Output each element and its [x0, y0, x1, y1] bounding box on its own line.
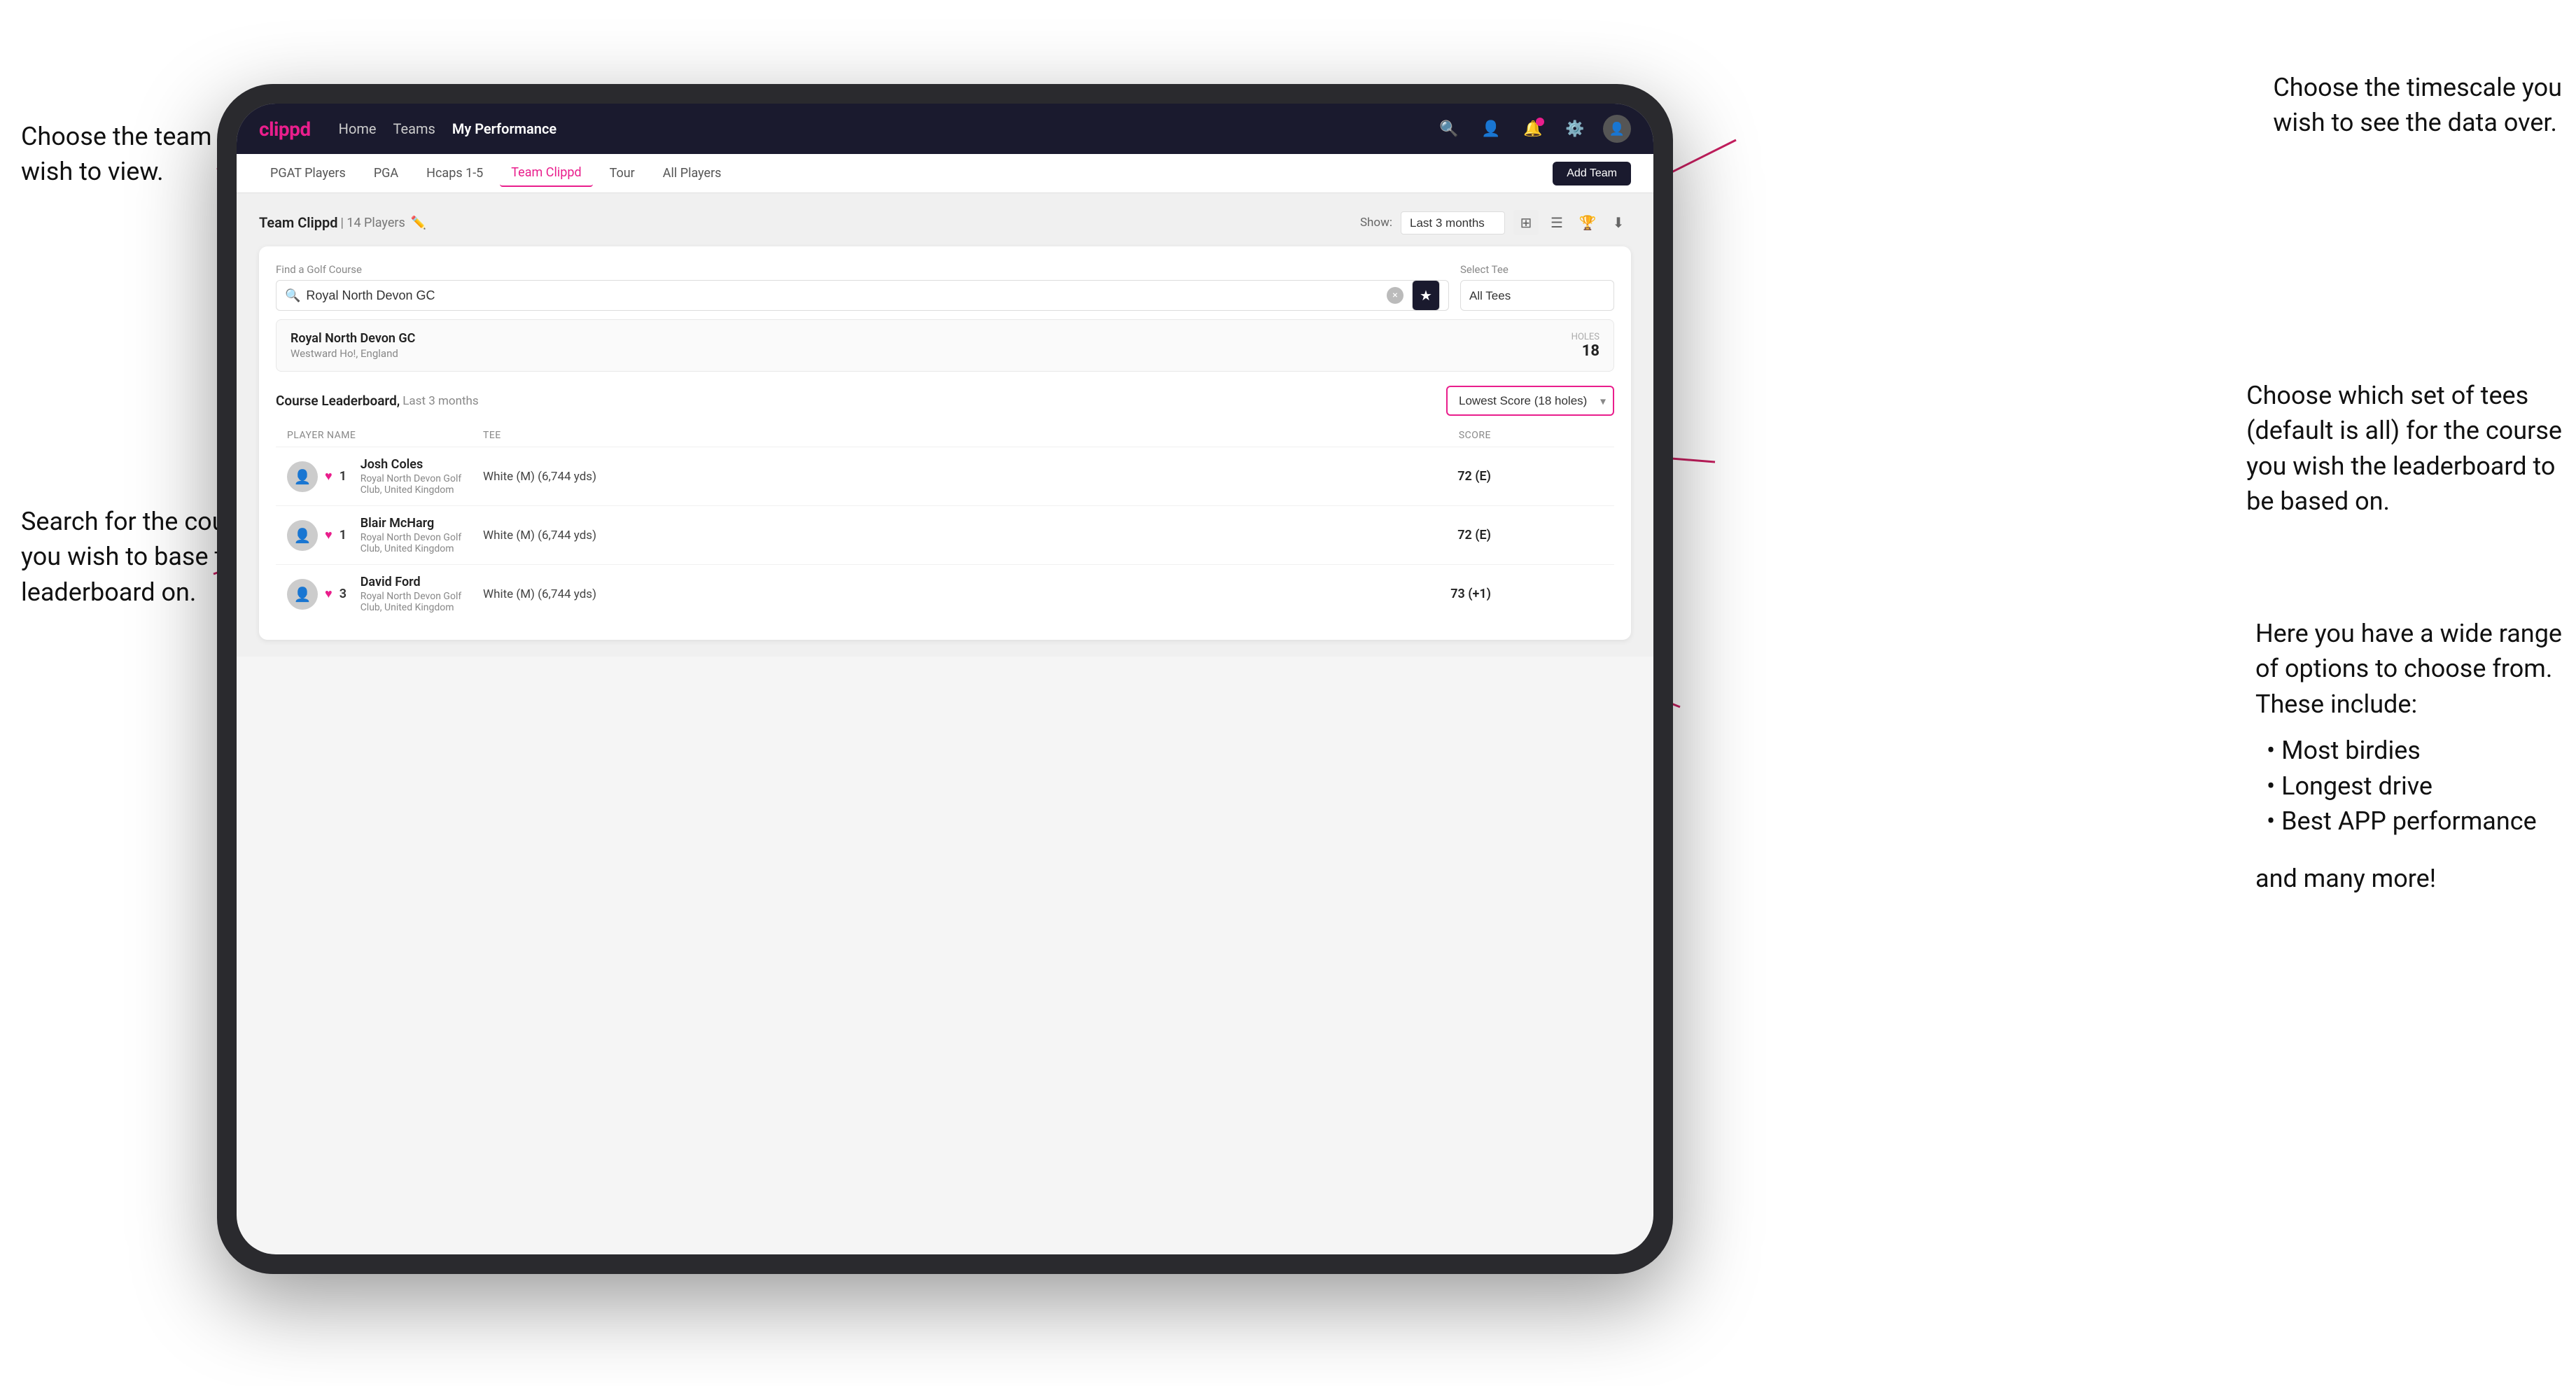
player-details-1: Josh Coles Royal North Devon Golf Club, … [360, 457, 483, 496]
nav-links: Home Teams My Performance [339, 120, 556, 137]
score-type-select[interactable]: Lowest Score (18 holes) Most Birdies Lon… [1446, 386, 1614, 416]
search-section: Find a Golf Course 🔍 × ★ Select Tee [276, 263, 1614, 372]
edit-icon[interactable]: ✏️ [411, 216, 426, 230]
timescale-select[interactable]: Last 3 months Last month Last 6 months L… [1401, 211, 1505, 234]
heart-icon-2[interactable]: ♥ [325, 528, 332, 542]
table-row: 👤 ♥ 3 David Ford Royal North Devon Golf … [276, 564, 1614, 623]
logo: clippd [259, 118, 311, 141]
course-search-group: Find a Golf Course 🔍 × ★ [276, 263, 1449, 311]
player-avatar-1: 👤 [287, 461, 318, 492]
course-result: Royal North Devon GC Westward Ho!, Engla… [276, 319, 1614, 372]
score-select-wrapper: Lowest Score (18 holes) Most Birdies Lon… [1446, 386, 1614, 416]
tab-hcaps[interactable]: Hcaps 1-5 [415, 160, 494, 186]
tab-pgat-players[interactable]: PGAT Players [259, 160, 357, 186]
col-player-name: PLAYER NAME [287, 430, 483, 441]
star-btn[interactable]: ★ [1412, 280, 1440, 311]
player-cell-3: 👤 ♥ 3 David Ford Royal North Devon Golf … [287, 575, 483, 613]
tablet-screen: clippd Home Teams My Performance 🔍 👤 🔔 ⚙… [237, 104, 1653, 1254]
score-cell-2: 72 (E) [1337, 528, 1491, 542]
table-row: 👤 ♥ 1 Blair McHarg Royal North Devon Gol… [276, 505, 1614, 564]
nav-my-performance[interactable]: My Performance [452, 120, 556, 137]
add-team-button[interactable]: Add Team [1553, 162, 1631, 186]
player-club-2: Royal North Devon Golf Club, United King… [360, 532, 483, 554]
view-icons: ⊞ ☰ 🏆 ⬇ [1513, 210, 1631, 235]
holes-label: Holes [1572, 332, 1600, 342]
player-details-2: Blair McHarg Royal North Devon Golf Club… [360, 516, 483, 554]
subnav: PGAT Players PGA Hcaps 1-5 Team Clippd T… [237, 154, 1653, 193]
list-view-btn[interactable]: ☰ [1544, 210, 1569, 235]
player-details-3: David Ford Royal North Devon Golf Club, … [360, 575, 483, 613]
tee-label: Select Tee [1460, 263, 1614, 276]
avatar-btn[interactable]: 👤 [1603, 115, 1631, 143]
table-row: 👤 ♥ 1 Josh Coles Royal North Devon Golf … [276, 447, 1614, 505]
player-cell-2: 👤 ♥ 1 Blair McHarg Royal North Devon Gol… [287, 516, 483, 554]
search-clear-btn[interactable]: × [1387, 287, 1404, 304]
notification-badge [1536, 118, 1544, 126]
player-name-3: David Ford [360, 575, 483, 589]
notifications-icon-btn[interactable]: 🔔 [1519, 115, 1547, 143]
rank-2: 1 [340, 528, 354, 542]
player-club-3: Royal North Devon Golf Club, United King… [360, 591, 483, 613]
tab-pga[interactable]: PGA [363, 160, 410, 186]
settings-icon-btn[interactable]: ⚙️ [1561, 115, 1589, 143]
search-row: Find a Golf Course 🔍 × ★ Select Tee [276, 263, 1614, 311]
course-location: Westward Ho!, England [290, 347, 1572, 360]
tab-all-players[interactable]: All Players [652, 160, 733, 186]
show-label: Show: [1360, 216, 1392, 230]
player-cell-1: 👤 ♥ 1 Josh Coles Royal North Devon Golf … [287, 457, 483, 496]
course-info: Royal North Devon GC Westward Ho!, Engla… [290, 331, 1572, 360]
player-name-2: Blair McHarg [360, 516, 483, 531]
player-name-1: Josh Coles [360, 457, 483, 472]
col-score: SCORE [1337, 430, 1491, 441]
heart-icon-1[interactable]: ♥ [325, 469, 332, 484]
leaderboard-header: Course Leaderboard, Last 3 months Lowest… [276, 386, 1614, 416]
course-name: Royal North Devon GC [290, 331, 1572, 346]
team-count: | 14 Players [340, 216, 405, 230]
nav-teams[interactable]: Teams [393, 120, 435, 137]
player-avatar-3: 👤 [287, 579, 318, 610]
tablet-frame: clippd Home Teams My Performance 🔍 👤 🔔 ⚙… [217, 84, 1673, 1274]
tee-cell-3: White (M) (6,744 yds) [483, 587, 1337, 601]
tee-cell-1: White (M) (6,744 yds) [483, 470, 1337, 484]
tee-cell-2: White (M) (6,744 yds) [483, 528, 1337, 542]
grid-view-btn[interactable]: ⊞ [1513, 210, 1539, 235]
search-input-wrapper: 🔍 × ★ [276, 280, 1449, 311]
score-cell-1: 72 (E) [1337, 469, 1491, 484]
leaderboard-subtitle: Last 3 months [402, 394, 478, 408]
download-btn[interactable]: ⬇ [1606, 210, 1631, 235]
show-controls: Show: Last 3 months Last month Last 6 mo… [1360, 210, 1631, 235]
holes-value: 18 [1572, 342, 1600, 360]
table-header: PLAYER NAME TEE SCORE [276, 424, 1614, 447]
player-club-1: Royal North Devon Golf Club, United King… [360, 473, 483, 496]
score-cell-3: 73 (+1) [1337, 587, 1491, 601]
tab-tour[interactable]: Tour [598, 160, 646, 186]
find-course-label: Find a Golf Course [276, 263, 1449, 276]
tab-team-clippd[interactable]: Team Clippd [500, 160, 592, 187]
nav-icons: 🔍 👤 🔔 ⚙️ 👤 [1435, 115, 1631, 143]
users-icon-btn[interactable]: 👤 [1477, 115, 1505, 143]
course-search-input[interactable] [306, 288, 1387, 303]
search-icon-btn[interactable]: 🔍 [1435, 115, 1463, 143]
navbar: clippd Home Teams My Performance 🔍 👤 🔔 ⚙… [237, 104, 1653, 154]
holes-badge: Holes 18 [1572, 332, 1600, 360]
search-card: Find a Golf Course 🔍 × ★ Select Tee [259, 246, 1631, 640]
col-tee: TEE [483, 430, 1337, 441]
trophy-view-btn[interactable]: 🏆 [1575, 210, 1600, 235]
player-avatar-2: 👤 [287, 520, 318, 551]
tee-group: Select Tee All Tees White (M) Yellow (M)… [1460, 263, 1614, 311]
tee-select[interactable]: All Tees White (M) Yellow (M) Red (L) [1460, 280, 1614, 311]
team-header: Team Clippd | 14 Players ✏️ Show: Last 3… [259, 210, 1631, 235]
annotation-timescale: Choose the timescale you wish to see the… [2273, 70, 2562, 141]
team-name: Team Clippd [259, 214, 337, 231]
rank-1: 1 [340, 469, 354, 484]
main-content: Team Clippd | 14 Players ✏️ Show: Last 3… [237, 193, 1653, 657]
rank-3: 3 [340, 587, 354, 601]
nav-home[interactable]: Home [339, 120, 377, 137]
annotation-tees: Choose which set of tees (default is all… [2246, 378, 2562, 519]
search-magnifier-icon: 🔍 [285, 288, 300, 303]
leaderboard-title: Course Leaderboard, [276, 393, 400, 409]
heart-icon-3[interactable]: ♥ [325, 587, 332, 601]
annotation-options: Here you have a wide range of options to… [2255, 616, 2562, 897]
leaderboard-table: PLAYER NAME TEE SCORE 👤 ♥ 1 [276, 424, 1614, 623]
